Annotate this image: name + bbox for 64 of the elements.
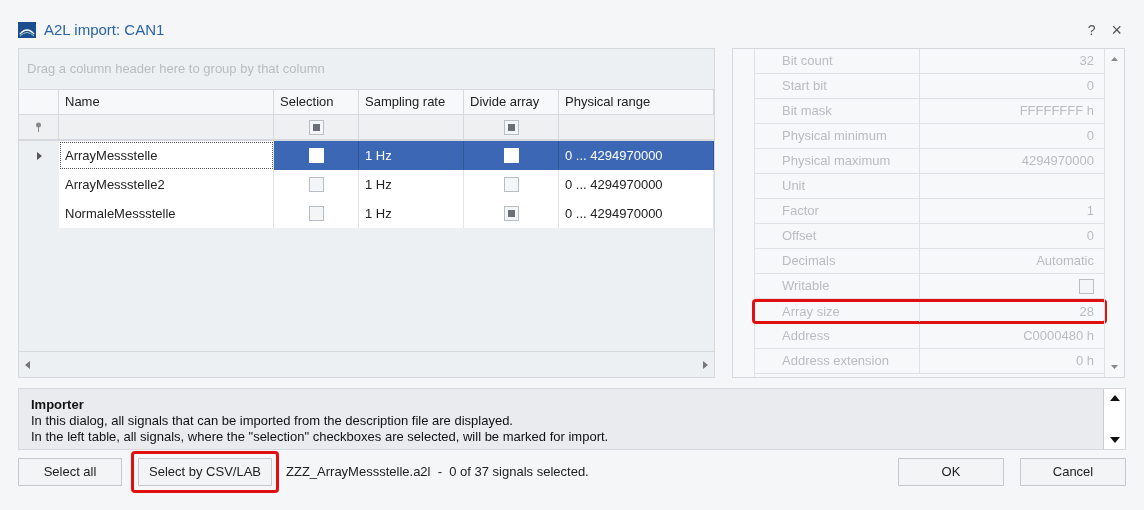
footer-button[interactable]: Cancel — [1020, 458, 1126, 486]
property-label: Decimals — [755, 249, 920, 273]
scroll-up-icon[interactable] — [1109, 395, 1120, 401]
property-value: 32 — [1079, 52, 1094, 71]
close-button[interactable]: × — [1107, 16, 1126, 44]
column-header[interactable]: Selection — [274, 90, 359, 114]
property-label: Unit — [755, 174, 920, 198]
property-label: Start bit — [755, 74, 920, 98]
scroll-right-icon[interactable] — [703, 360, 708, 369]
property-label: Address extension — [755, 349, 920, 373]
property-label: Bit count — [755, 49, 920, 73]
property-label: Array size — [755, 302, 920, 322]
help-title: Importer — [31, 397, 85, 413]
property-value: C0000480 h — [1023, 327, 1094, 346]
table-cell: 0 ... 4294970000 — [559, 170, 714, 199]
property-value: 0 — [1086, 227, 1094, 246]
filter-checkbox[interactable] — [503, 119, 519, 135]
property-label: Bit mask — [755, 99, 920, 123]
selection-checkbox[interactable] — [308, 177, 324, 192]
property-label: Writable — [755, 274, 920, 298]
column-header[interactable]: Divide array — [464, 90, 559, 114]
property-value: Automatic — [1036, 252, 1094, 271]
property-label: Offset — [755, 224, 920, 248]
property-value: 28 — [1079, 303, 1094, 321]
table-cell: ArrayMessstelle — [59, 141, 274, 170]
column-header[interactable]: Physical range — [559, 90, 714, 114]
current-row-icon — [36, 151, 42, 160]
property-label: Address — [755, 324, 920, 348]
scroll-down-icon[interactable] — [1109, 437, 1120, 443]
help-text: In the left table, all signals, where the "selection" checkboxes are selected, will be marked for import. — [31, 429, 610, 445]
table-cell: 1 Hz — [359, 199, 464, 228]
writable-checkbox[interactable] — [1079, 278, 1094, 294]
property-value: 4294970000 — [1021, 152, 1094, 171]
divide-array-checkbox[interactable] — [503, 206, 519, 221]
property-value: 0 — [1086, 127, 1094, 146]
footer-button[interactable]: Select by CSV/LAB — [138, 458, 272, 486]
footer-button[interactable]: OK — [898, 458, 1004, 486]
footer-button[interactable]: Select all — [18, 458, 122, 486]
table-cell: 0 ... 4294970000 — [559, 141, 714, 170]
table-cell: 0 ... 4294970000 — [559, 199, 714, 228]
table-cell: 1 Hz — [359, 170, 464, 199]
property-value: FFFFFFFF h — [1019, 102, 1094, 121]
help-scrollbar[interactable] — [1103, 389, 1125, 449]
help-button[interactable]: ? — [1083, 19, 1100, 41]
divide-array-checkbox[interactable] — [503, 177, 519, 192]
property-value: 0 h — [1075, 352, 1094, 371]
pin-icon — [35, 122, 42, 132]
table-cell: ArrayMessstelle2 — [59, 170, 274, 199]
help-text: In this dialog, all signals that can be imported from the description file are displayed. — [31, 413, 514, 429]
column-header[interactable]: Sampling rate — [359, 90, 464, 114]
table-cell: 1 Hz — [359, 141, 464, 170]
column-header[interactable]: Name — [59, 90, 274, 114]
filter-checkbox[interactable] — [308, 119, 324, 135]
app-logo-icon — [18, 22, 36, 38]
scroll-left-icon[interactable] — [25, 360, 30, 369]
property-label: Physical maximum — [755, 149, 920, 173]
table-cell: NormaleMessstelle — [59, 199, 274, 228]
status-text: ZZZ_ArrayMessstelle.a2l - 0 of 37 signals selected. — [286, 463, 589, 482]
property-label: Physical minimum — [755, 124, 920, 148]
property-value: 1 — [1086, 202, 1094, 221]
property-label: Factor — [755, 199, 920, 223]
window-title: A2L import: CAN1 — [44, 19, 165, 40]
selection-checkbox[interactable] — [308, 206, 324, 221]
property-value: 0 — [1086, 77, 1094, 96]
